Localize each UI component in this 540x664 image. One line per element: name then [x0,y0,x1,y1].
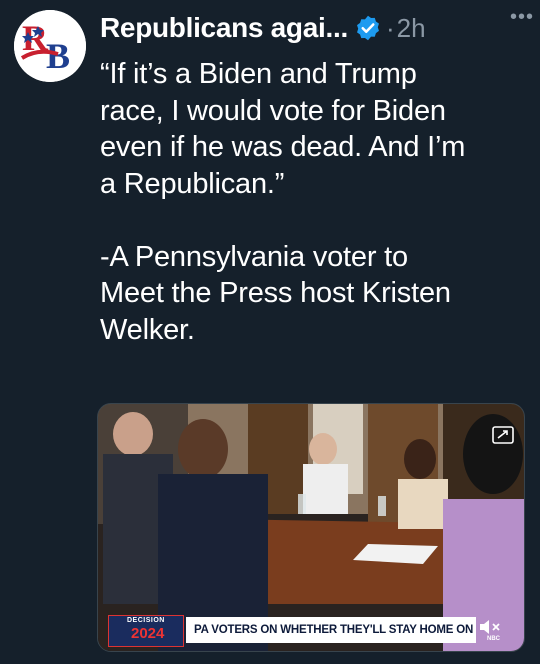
timestamp[interactable]: 2h [397,13,426,44]
decision-2024-logo: DECISION 2024 [108,615,184,647]
mute-icon[interactable] [478,617,502,637]
rb-logo-icon: R B [14,10,86,82]
author-name[interactable]: Republicans agai... [100,12,348,44]
chyron-logo-year: 2024 [131,625,165,642]
avatar[interactable]: R B [14,10,86,82]
svg-text:B: B [46,36,70,76]
more-icon[interactable]: ••• [510,6,534,29]
tweet-text: “If it’s a Biden and Trump race, I would… [100,58,466,346]
chyron-headline: PA VOTERS ON WHETHER THEY'LL STAY HOME O… [186,617,476,643]
chyron-logo-label: DECISION [127,617,165,624]
tweet-media-video[interactable]: DECISION 2024 PA VOTERS ON WHETHER THEY'… [97,403,525,652]
picture-in-picture-icon[interactable] [492,426,514,444]
network-logo: NBC [487,636,500,642]
tweet-header: Republicans agai... · 2h [100,8,528,48]
verified-badge-icon [356,15,379,41]
separator-dot: · [385,12,395,43]
news-chyron: DECISION 2024 PA VOTERS ON WHETHER THEY'… [98,613,524,647]
